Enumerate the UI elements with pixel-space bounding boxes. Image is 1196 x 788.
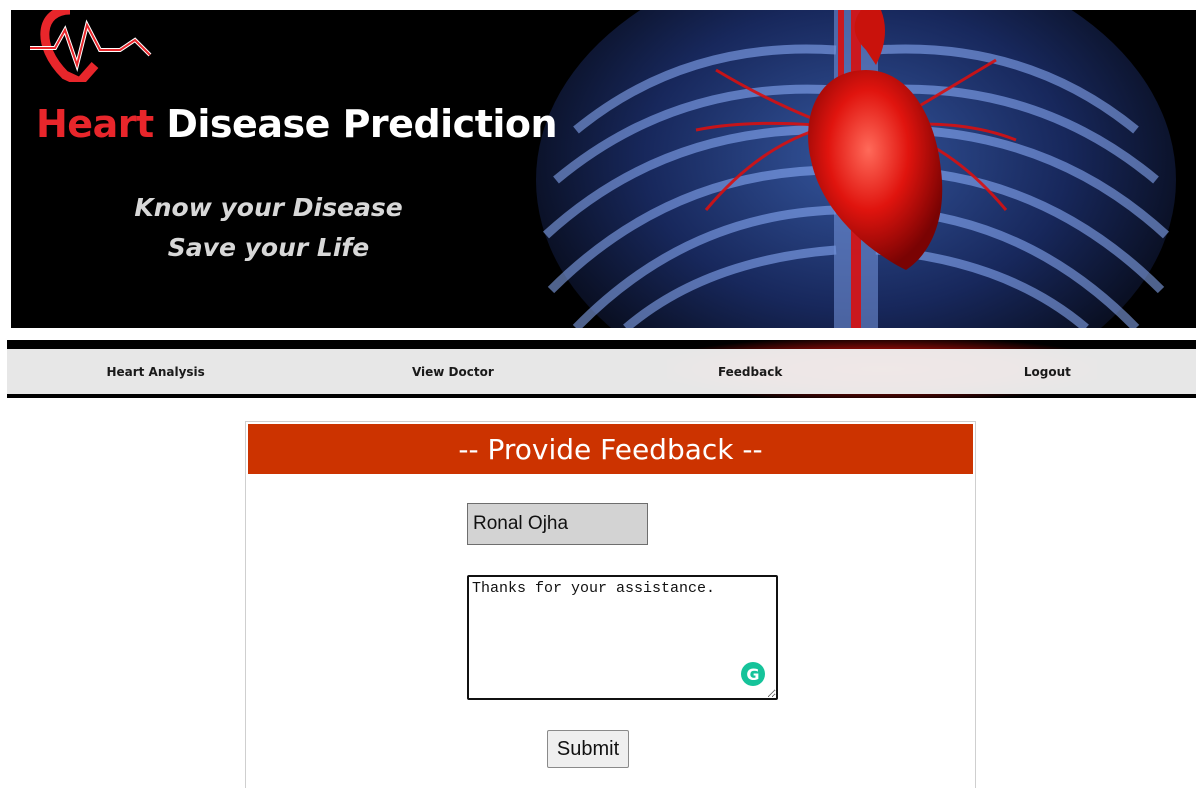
feedback-card: -- Provide Feedback -- Thanks for your a… bbox=[245, 421, 976, 788]
nav-item-heart-analysis[interactable]: Heart Analysis bbox=[7, 349, 304, 394]
tagline-line-2: Save your Life bbox=[167, 233, 370, 262]
site-title-accent: Heart bbox=[36, 102, 154, 146]
grammarly-icon[interactable]: G bbox=[741, 662, 765, 686]
header-banner: Heart Disease Prediction Know your Disea… bbox=[11, 10, 1196, 328]
nav-item-logout[interactable]: Logout bbox=[899, 349, 1196, 394]
heartbeat-logo-icon bbox=[30, 10, 152, 82]
page: Heart Disease Prediction Know your Disea… bbox=[0, 0, 1196, 788]
nav-bar: Heart Analysis View Doctor Feedback Logo… bbox=[7, 340, 1196, 398]
nav-item-view-doctor[interactable]: View Doctor bbox=[304, 349, 601, 394]
submit-button[interactable]: Submit bbox=[547, 730, 629, 768]
name-field[interactable] bbox=[467, 503, 648, 545]
heart-xray-illustration bbox=[516, 10, 1196, 328]
tagline-line-1: Know your Disease bbox=[134, 193, 403, 222]
main-nav: Heart Analysis View Doctor Feedback Logo… bbox=[7, 349, 1196, 394]
site-title: Heart Disease Prediction bbox=[36, 102, 558, 146]
nav-item-feedback[interactable]: Feedback bbox=[602, 349, 899, 394]
feedback-heading: -- Provide Feedback -- bbox=[248, 424, 973, 474]
site-title-rest: Disease Prediction bbox=[166, 102, 558, 146]
feedback-message-textarea[interactable]: Thanks for your assistance. bbox=[467, 575, 778, 700]
